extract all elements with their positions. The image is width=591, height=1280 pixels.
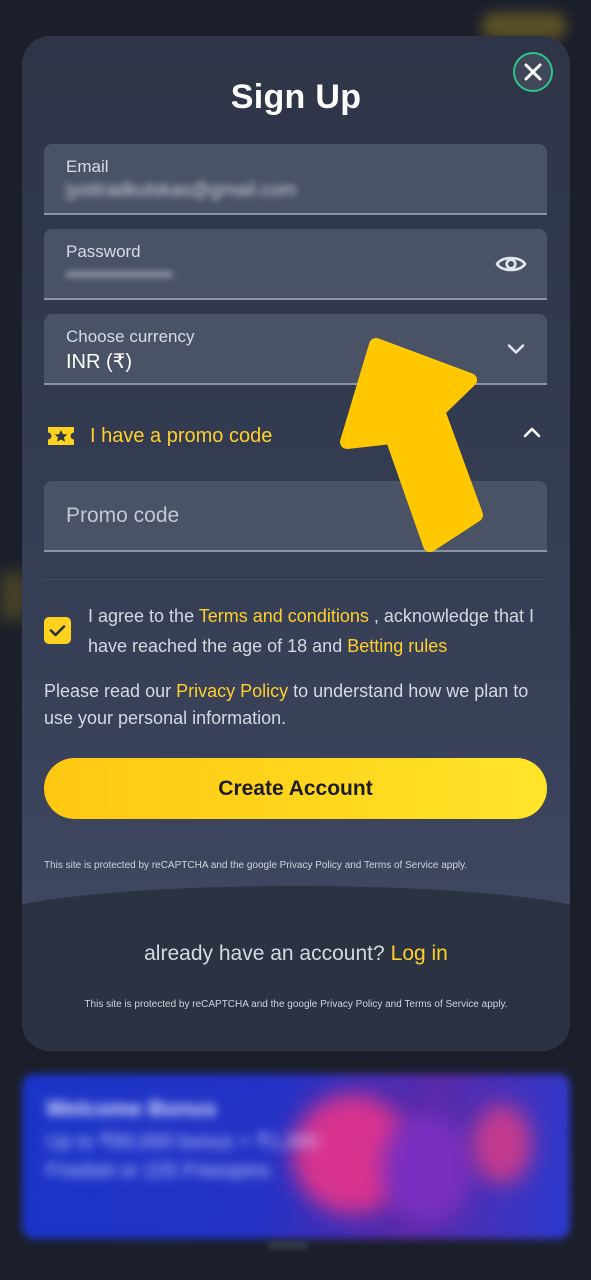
email-label: Email (66, 157, 109, 176)
footer-recaptcha-note: This site is protected by reCAPTCHA and … (84, 999, 508, 1010)
promo-code-toggle-label: I have a promo code (90, 424, 273, 447)
currency-select[interactable]: Choose currency INR (₹) (44, 314, 547, 385)
divider (44, 579, 547, 580)
login-link[interactable]: Log in (391, 942, 448, 965)
email-field[interactable]: Email jyotiradkulskas@gmail.com (44, 144, 547, 215)
agreement-text-part-1: I agree to the (88, 606, 199, 626)
currency-label: Choose currency (66, 327, 195, 346)
login-question: already have an account? (144, 942, 385, 965)
recaptcha-note: This site is protected by reCAPTCHA and … (44, 860, 468, 871)
banner-title: Welcome Bonus (46, 1096, 217, 1121)
show-password-button[interactable] (495, 253, 527, 275)
ticket-star-icon (48, 427, 74, 445)
privacy-policy-link[interactable]: Privacy Policy (176, 681, 288, 701)
agreement-text: I agree to the Terms and conditions , ac… (88, 601, 543, 661)
carousel-dots (268, 1242, 308, 1248)
promo-code-toggle[interactable]: I have a promo code (44, 418, 547, 454)
privacy-text-part-1: Please read our (44, 681, 177, 701)
password-field[interactable]: Password •••••••••••••••• (44, 229, 547, 300)
page-title: Sign Up (230, 78, 362, 116)
create-account-button[interactable]: Create Account (44, 758, 547, 819)
modal-footer-panel (22, 886, 570, 1051)
chevron-down-icon (507, 343, 525, 354)
privacy-notice: Please read our Privacy Policy to unders… (44, 678, 554, 732)
password-label: Password (66, 242, 141, 261)
eye-icon (495, 256, 527, 271)
password-value: •••••••••••••••• (66, 265, 173, 286)
email-value: jyotiradkulskas@gmail.com (66, 180, 297, 201)
currency-dropdown-toggle[interactable] (507, 343, 525, 354)
chevron-up-icon (523, 427, 541, 438)
promo-code-input[interactable]: Promo code (44, 481, 547, 552)
agreement-checkbox[interactable] (44, 617, 71, 644)
currency-value: INR (₹) (66, 351, 133, 373)
terms-link[interactable]: Terms and conditions (199, 606, 369, 626)
promo-code-placeholder: Promo code (66, 504, 180, 527)
banner-text: Up to ₹80,000 bonus + ₹1,000 Freebet or … (46, 1131, 319, 1182)
betting-rules-link[interactable]: Betting rules (347, 636, 447, 656)
welcome-bonus-banner: Welcome Bonus Up to ₹80,000 bonus + ₹1,0… (22, 1074, 570, 1239)
check-icon (49, 625, 66, 637)
login-prompt: already have an account? Log in (22, 942, 570, 966)
signup-modal: Sign Up Email jyotiradkulskas@gmail.com … (22, 36, 570, 1051)
